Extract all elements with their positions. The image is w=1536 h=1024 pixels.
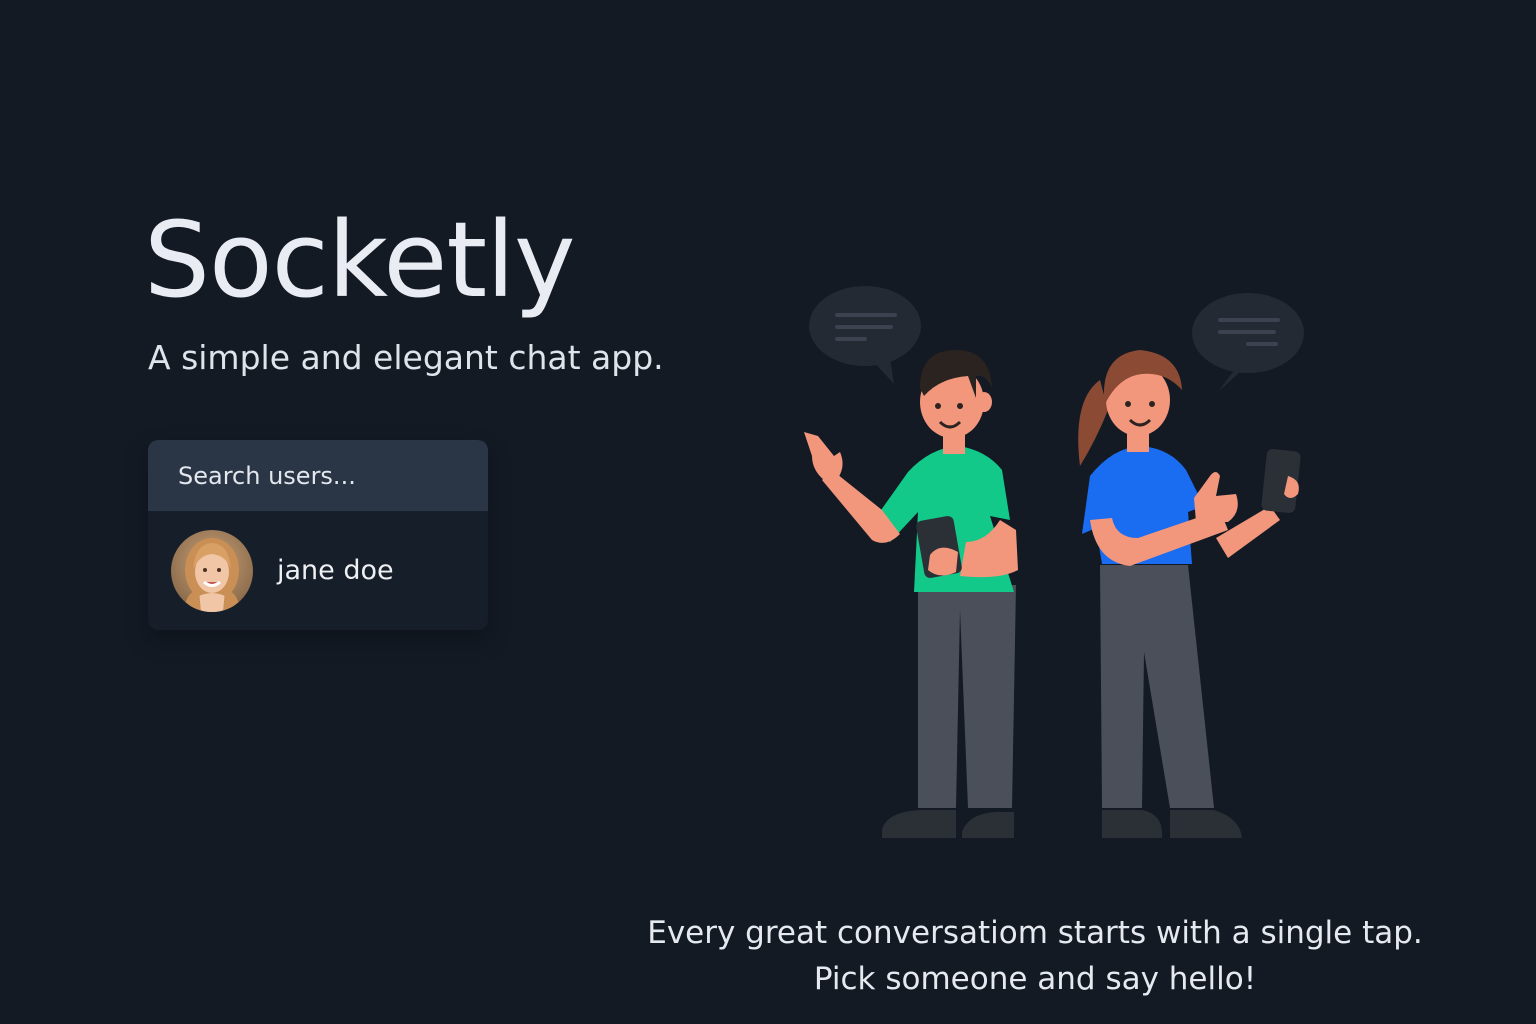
footer-line-1: Every great conversatiom starts with a s… xyxy=(647,915,1423,951)
search-users-input[interactable] xyxy=(148,440,488,511)
people-chatting-illustration xyxy=(804,286,1304,838)
woman-figure-icon xyxy=(1078,350,1301,838)
footer-line-2: Pick someone and say hello! xyxy=(813,961,1257,997)
app-title: Socketly xyxy=(144,199,576,321)
user-name: jane doe xyxy=(277,555,394,586)
speech-bubble-icon xyxy=(1192,293,1304,392)
speech-bubble-icon xyxy=(809,286,921,384)
app-tagline: A simple and elegant chat app. xyxy=(148,338,664,377)
user-avatar xyxy=(171,529,253,612)
user-search-panel: jane doe xyxy=(148,440,488,630)
user-avatar-photo-icon xyxy=(171,529,253,612)
footer-message: Every great conversatiom starts with a s… xyxy=(640,910,1430,1002)
landing-page: Socketly A simple and elegant chat app. xyxy=(0,0,1536,1024)
user-list-item[interactable]: jane doe xyxy=(148,511,488,630)
man-figure-icon xyxy=(804,350,1018,838)
